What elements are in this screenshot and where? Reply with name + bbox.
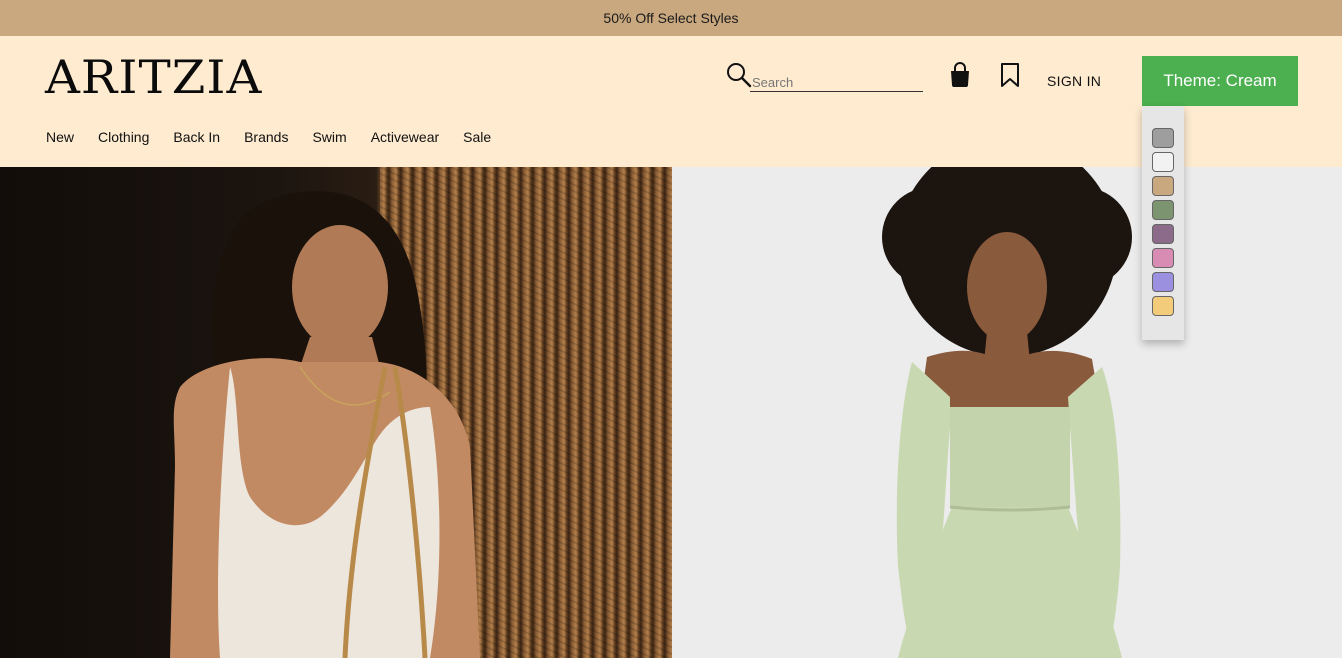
search-input[interactable] bbox=[750, 74, 923, 92]
brand-logo[interactable]: ARITZIA bbox=[45, 50, 262, 104]
search-icon[interactable] bbox=[726, 62, 752, 88]
nav-item-clothing[interactable]: Clothing bbox=[98, 129, 149, 145]
nav-item-new[interactable]: New bbox=[46, 129, 74, 145]
theme-swatch-lavender[interactable] bbox=[1152, 272, 1174, 292]
theme-swatch-gray[interactable] bbox=[1152, 128, 1174, 148]
promo-bar: 50% Off Select Styles bbox=[0, 0, 1342, 36]
hero-section bbox=[0, 167, 1342, 658]
search-bar bbox=[726, 62, 923, 92]
nav-item-activewear[interactable]: Activewear bbox=[371, 129, 439, 145]
bookmark-icon[interactable] bbox=[999, 62, 1021, 88]
theme-swatch-tan[interactable] bbox=[1152, 176, 1174, 196]
theme-swatch-pink[interactable] bbox=[1152, 248, 1174, 268]
sign-in-link[interactable]: SIGN IN bbox=[1047, 73, 1101, 89]
theme-button[interactable]: Theme: Cream bbox=[1142, 56, 1298, 106]
nav-item-swim[interactable]: Swim bbox=[312, 129, 346, 145]
hero-image-right[interactable] bbox=[672, 167, 1342, 658]
nav-item-sale[interactable]: Sale bbox=[463, 129, 491, 145]
theme-swatch-white[interactable] bbox=[1152, 152, 1174, 172]
promo-text[interactable]: 50% Off Select Styles bbox=[603, 10, 738, 26]
nav-item-brands[interactable]: Brands bbox=[244, 129, 288, 145]
main-nav: New Clothing Back In Brands Swim Activew… bbox=[46, 129, 515, 145]
theme-swatch-sage[interactable] bbox=[1152, 200, 1174, 220]
hero-image-left[interactable] bbox=[0, 167, 672, 658]
theme-palette bbox=[1142, 106, 1184, 340]
theme-swatch-gold[interactable] bbox=[1152, 296, 1174, 316]
model-figure-right bbox=[882, 167, 1132, 658]
model-figure-left bbox=[170, 191, 480, 658]
shopping-bag-icon[interactable] bbox=[948, 62, 972, 88]
site-header: ARITZIA SIGN IN Theme: Cream New Clothin… bbox=[0, 36, 1342, 167]
nav-item-back-in[interactable]: Back In bbox=[173, 129, 220, 145]
theme-swatch-plum[interactable] bbox=[1152, 224, 1174, 244]
